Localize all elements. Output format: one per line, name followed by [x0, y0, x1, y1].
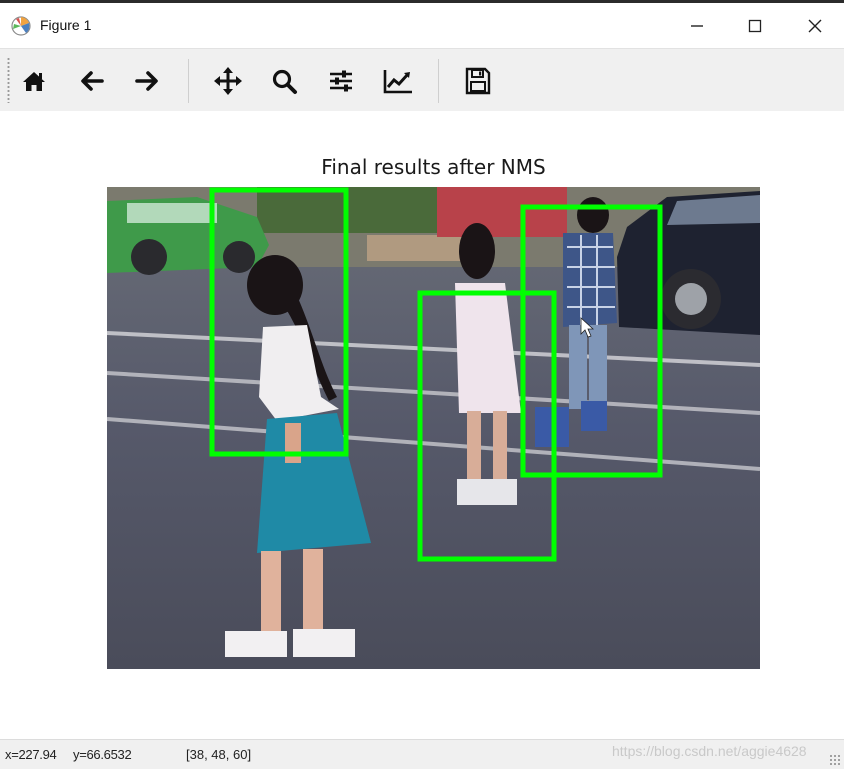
- minimize-button[interactable]: [668, 6, 726, 46]
- arrow-right-icon: [135, 71, 158, 91]
- floppy-disk-icon: [465, 67, 491, 95]
- title-bar: Figure 1: [0, 6, 844, 46]
- close-icon: [808, 19, 822, 33]
- arrow-left-icon: [81, 71, 104, 91]
- minimize-icon: [691, 25, 703, 27]
- close-button[interactable]: [786, 6, 844, 46]
- figure-window: Figure 1 Final results after NMS x=227.9…: [0, 0, 844, 769]
- street-scene-image: [107, 187, 760, 669]
- status-bar: x=227.94 y=66.6532 [38, 48, 60] https://…: [0, 739, 844, 769]
- pan-button[interactable]: [206, 59, 250, 103]
- toolbar-grip[interactable]: [7, 57, 10, 103]
- figure-canvas[interactable]: Final results after NMS: [0, 111, 844, 739]
- pixel-value: [38, 48, 60]: [186, 747, 252, 762]
- cursor-coordinates: x=227.94 y=66.6532: [5, 747, 132, 762]
- subplots-button[interactable]: [319, 59, 363, 103]
- window-title: Figure 1: [40, 17, 92, 33]
- plot-title: Final results after NMS: [321, 155, 546, 179]
- home-button[interactable]: [12, 59, 56, 103]
- toolbar-separator: [438, 59, 439, 103]
- save-button[interactable]: [456, 59, 500, 103]
- forward-button[interactable]: [125, 59, 169, 103]
- sliders-icon: [330, 70, 352, 92]
- line-chart-icon: [383, 70, 412, 94]
- resize-grip[interactable]: [829, 754, 841, 766]
- watermark-text: https://blog.csdn.net/aggie4628: [612, 743, 807, 759]
- zoom-button[interactable]: [262, 59, 306, 103]
- edit-axes-button[interactable]: [376, 59, 420, 103]
- move-icon: [214, 67, 242, 95]
- home-icon: [23, 72, 45, 91]
- back-button[interactable]: [70, 59, 114, 103]
- image-axes[interactable]: [107, 187, 760, 669]
- maximize-icon: [748, 19, 762, 33]
- toolbar-separator: [188, 59, 189, 103]
- navigation-toolbar: [0, 48, 844, 112]
- maximize-button[interactable]: [726, 6, 784, 46]
- magnifier-icon: [272, 69, 297, 94]
- matplotlib-app-icon: [11, 16, 31, 36]
